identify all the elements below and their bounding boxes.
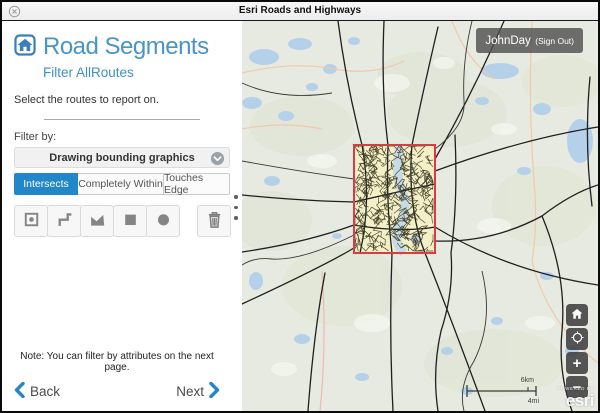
tab-completely-within[interactable]: Completely Within — [78, 173, 164, 195]
user-button[interactable]: JohnDay (Sign Out) — [476, 28, 583, 53]
locate-button[interactable] — [566, 328, 588, 350]
circle-tool-button[interactable] — [146, 205, 180, 237]
plus-icon: + — [573, 356, 582, 371]
point-tool-button[interactable] — [14, 205, 48, 237]
drag-handle[interactable] — [234, 195, 238, 220]
trash-icon — [206, 210, 223, 232]
clear-graphics-button[interactable] — [197, 205, 231, 237]
polygon-tool-button[interactable] — [80, 205, 114, 237]
draw-toolbar — [14, 205, 230, 237]
map-canvas[interactable]: JohnDay (Sign Out) + − 6km — [242, 21, 598, 411]
wizard-nav: Back Next — [14, 382, 230, 401]
tab-touches-edge[interactable]: Touches Edge — [164, 173, 230, 195]
circle-tool-icon — [155, 211, 172, 231]
locate-icon — [570, 330, 585, 348]
chevron-down-icon — [210, 151, 225, 171]
scalebar-km-label: 6km — [521, 377, 534, 384]
page-title: Road Segments — [43, 33, 209, 61]
esri-attribution: POWERED BY esri — [557, 387, 594, 411]
app-window: Esri Roads and Highways Road Segments Fi… — [0, 0, 600, 413]
home-icon — [14, 34, 36, 61]
home-extent-button[interactable] — [566, 304, 588, 326]
chevron-left-icon — [14, 382, 25, 401]
point-tool-icon — [23, 211, 40, 231]
title-bar: Esri Roads and Highways — [2, 2, 598, 21]
divider — [44, 119, 200, 120]
page-description: Select the routes to report on. — [14, 94, 230, 106]
polygon-tool-icon — [89, 211, 106, 231]
rectangle-tool-button[interactable] — [113, 205, 147, 237]
note-text: Note: You can filter by attributes on th… — [14, 351, 230, 373]
filter-dropdown-value: Drawing bounding graphics — [49, 152, 194, 164]
esri-logo-text: esri — [566, 391, 594, 410]
polyline-tool-button[interactable] — [47, 205, 81, 237]
filter-dropdown[interactable]: Drawing bounding graphics — [14, 147, 230, 168]
map-controls: + − — [566, 304, 588, 398]
panel-resize-gutter — [232, 21, 242, 411]
next-button[interactable]: Next — [176, 382, 220, 401]
chevron-right-icon — [209, 382, 220, 401]
home-extent-icon — [570, 307, 584, 324]
polyline-tool-icon — [56, 211, 73, 231]
page-subtitle: Filter AllRoutes — [43, 65, 230, 80]
scalebar-mi-label: 4mi — [528, 398, 539, 405]
user-name: JohnDay — [485, 35, 530, 47]
filter-by-label: Filter by: — [14, 131, 230, 143]
basemap — [242, 21, 598, 411]
sign-out-link[interactable]: (Sign Out) — [535, 36, 574, 46]
tab-intersects[interactable]: Intersects — [14, 173, 78, 195]
window-title: Esri Roads and Highways — [2, 5, 598, 16]
next-label: Next — [176, 384, 204, 399]
spatial-relation-tabs: Intersects Completely Within Touches Edg… — [14, 173, 230, 195]
zoom-in-button[interactable]: + — [566, 352, 588, 374]
map-scalebar: 6km 4mi — [464, 377, 542, 405]
road-segments-panel: Road Segments Filter AllRoutes Select th… — [2, 21, 232, 411]
back-label: Back — [30, 384, 60, 399]
back-button[interactable]: Back — [14, 382, 60, 401]
rectangle-tool-icon — [122, 211, 139, 231]
